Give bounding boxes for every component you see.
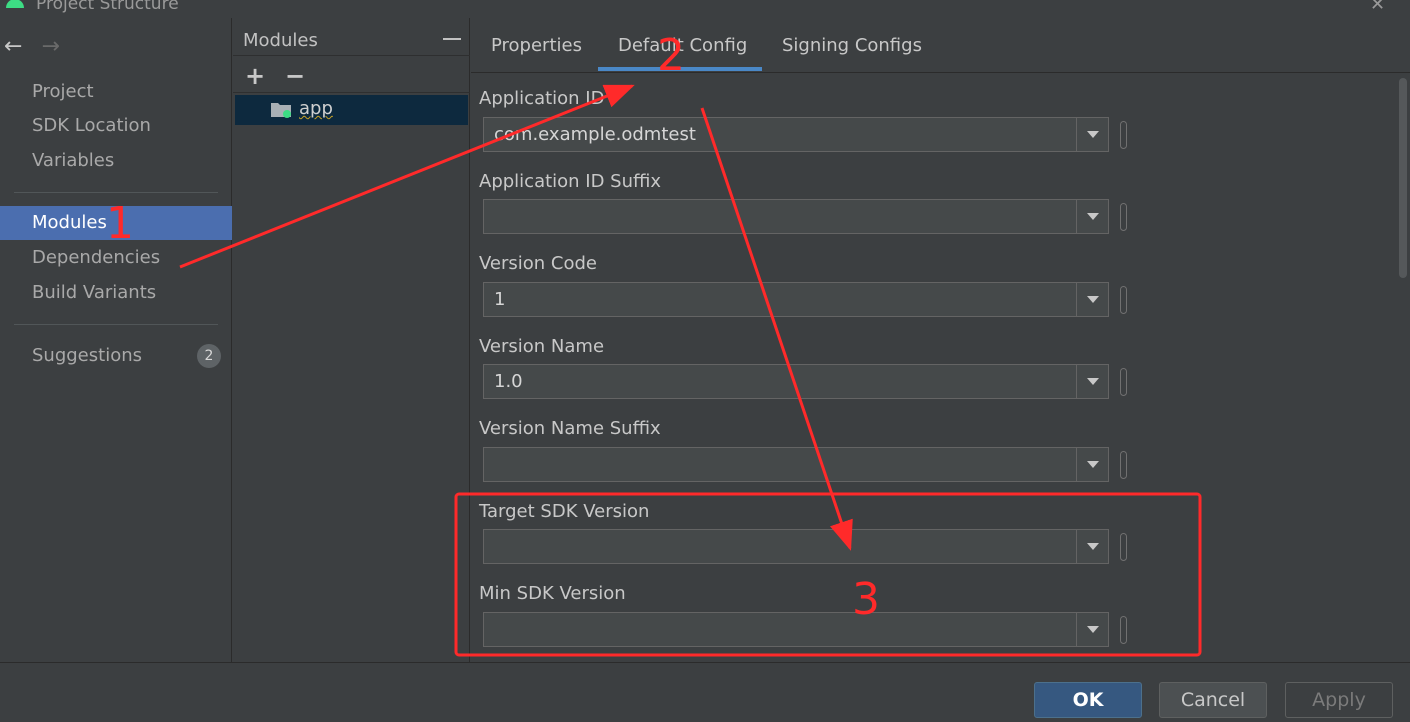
chevron-down-icon[interactable] <box>1087 626 1099 633</box>
field-label: Target SDK Version <box>479 501 650 522</box>
field-options-handle[interactable] <box>1120 286 1127 314</box>
tab-signing-configs[interactable]: Signing Configs <box>782 35 922 56</box>
config-panel: Properties Default Config Signing Config… <box>471 18 1410 662</box>
chevron-down-icon[interactable] <box>1087 131 1099 138</box>
field-options-handle[interactable] <box>1120 533 1127 561</box>
window-title: Project Structure <box>36 0 179 14</box>
dialog-footer: OK Cancel Apply <box>0 662 1410 722</box>
ok-button[interactable]: OK <box>1034 682 1142 718</box>
field-label: Version Name <box>479 336 605 357</box>
combo-divider <box>1076 365 1077 398</box>
form-scrollbar[interactable] <box>1399 78 1407 278</box>
suggestions-count-badge: 2 <box>197 344 221 368</box>
field-options-handle[interactable] <box>1120 368 1127 396</box>
field-value: com.example.odmtest <box>494 124 696 145</box>
chevron-down-icon[interactable] <box>1087 461 1099 468</box>
nav-divider <box>14 324 218 325</box>
title-bar: Project Structure ✕ <box>0 0 1410 18</box>
field-options-handle[interactable] <box>1120 121 1127 149</box>
chevron-down-icon[interactable] <box>1087 543 1099 550</box>
module-folder-icon <box>271 103 291 118</box>
target-sdk-version-combo[interactable] <box>483 529 1109 564</box>
application-id-suffix-combo[interactable] <box>483 199 1109 234</box>
combo-divider <box>1076 613 1077 646</box>
annotation-number-1: 1 <box>106 198 134 249</box>
field-label: Application ID Suffix <box>479 171 662 192</box>
apply-button[interactable]: Apply <box>1285 682 1393 718</box>
nav-item-variables[interactable]: Variables <box>0 144 232 178</box>
application-id-combo[interactable]: com.example.odmtest <box>483 117 1109 152</box>
combo-divider <box>1076 530 1077 563</box>
field-value: 1.0 <box>494 371 523 392</box>
field-label: Version Name Suffix <box>479 418 661 439</box>
module-name: app <box>299 98 333 119</box>
field-value: 1 <box>494 289 506 310</box>
chevron-down-icon[interactable] <box>1087 378 1099 385</box>
combo-divider <box>1076 283 1077 316</box>
min-sdk-version-combo[interactable] <box>483 612 1109 647</box>
nav-divider <box>14 192 218 193</box>
chevron-down-icon[interactable] <box>1087 213 1099 220</box>
version-code-combo[interactable]: 1 <box>483 282 1109 317</box>
forward-arrow-icon[interactable]: → <box>41 34 59 59</box>
android-logo-icon <box>6 0 24 8</box>
nav-item-build-variants[interactable]: Build Variants <box>0 276 232 310</box>
combo-divider <box>1076 118 1077 151</box>
version-name-combo[interactable]: 1.0 <box>483 364 1109 399</box>
chevron-down-icon[interactable] <box>1087 296 1099 303</box>
annotation-number-2: 2 <box>657 30 685 81</box>
tab-bar: Properties Default Config Signing Config… <box>471 18 1410 73</box>
cancel-button[interactable]: Cancel <box>1159 682 1267 718</box>
field-label: Version Code <box>479 253 597 274</box>
close-icon[interactable]: ✕ <box>1370 0 1385 15</box>
remove-module-icon[interactable]: − <box>285 62 305 90</box>
field-options-handle[interactable] <box>1120 451 1127 479</box>
default-config-form: Application ID com.example.odmtest Appli… <box>471 73 1396 662</box>
modules-pane: Modules + − app <box>233 18 470 662</box>
back-arrow-icon[interactable]: ← <box>4 34 22 59</box>
field-label: Application ID <box>479 88 605 109</box>
toolbar-divider <box>233 92 470 93</box>
nav-item-sdk-location[interactable]: SDK Location <box>0 109 232 143</box>
left-navigation: ← → Project SDK Location Variables Modul… <box>0 18 232 662</box>
tab-properties[interactable]: Properties <box>491 35 582 56</box>
annotation-number-3: 3 <box>852 574 880 625</box>
add-module-icon[interactable]: + <box>245 62 265 90</box>
header-divider <box>233 55 470 56</box>
nav-item-project[interactable]: Project <box>0 75 232 109</box>
modules-header: Modules <box>243 30 318 51</box>
history-arrows: ← → <box>4 34 72 59</box>
module-list-item-app[interactable]: app <box>235 95 468 125</box>
version-name-suffix-combo[interactable] <box>483 447 1109 482</box>
field-options-handle[interactable] <box>1120 616 1127 644</box>
field-label: Min SDK Version <box>479 583 626 604</box>
collapse-pane-icon[interactable] <box>443 38 461 40</box>
combo-divider <box>1076 448 1077 481</box>
combo-divider <box>1076 200 1077 233</box>
field-options-handle[interactable] <box>1120 203 1127 231</box>
